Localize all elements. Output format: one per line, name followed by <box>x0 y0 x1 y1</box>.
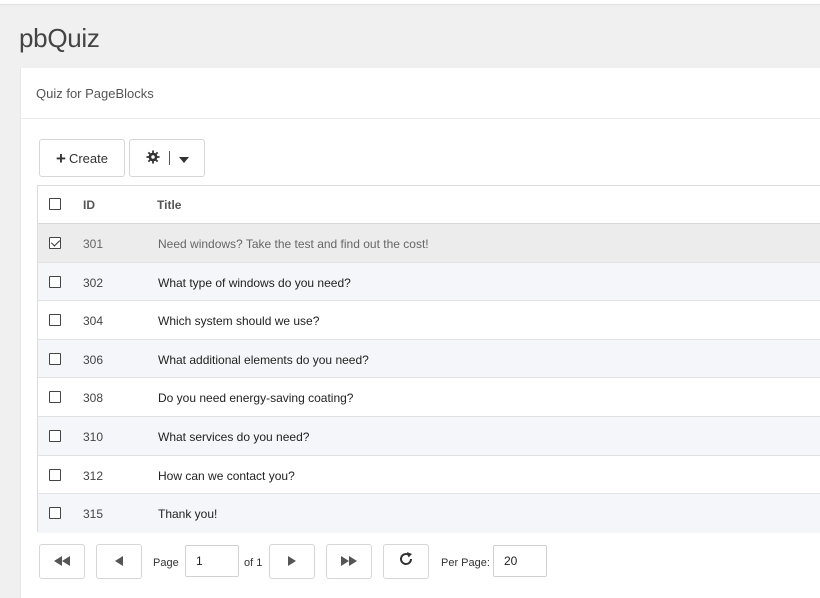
refresh-icon <box>398 551 414 572</box>
last-page-icon <box>341 553 357 571</box>
app-header: pbQuiz <box>0 4 820 68</box>
table-row[interactable]: 312 How can we contact you? <box>38 456 820 495</box>
row-title: What additional elements do you need? <box>158 352 369 367</box>
table-row[interactable]: 306 What additional elements do you need… <box>38 339 820 379</box>
gear-icon <box>145 149 160 167</box>
row-id: 315 <box>83 507 104 522</box>
page-label: Page <box>153 557 179 569</box>
row-title: What services do you need? <box>158 430 310 444</box>
button-separator <box>168 151 170 165</box>
row-id: 306 <box>83 352 104 367</box>
table-row[interactable]: 310 What services do you need? <box>38 417 820 456</box>
row-title: Do you need energy-saving coating? <box>158 391 354 406</box>
refresh-button[interactable] <box>383 544 429 579</box>
table-row[interactable]: 315 Thank you! <box>38 494 820 533</box>
app-title: pbQuiz <box>19 23 100 53</box>
row-checkbox[interactable] <box>49 237 61 249</box>
table-row[interactable]: 304 Which system should we use? <box>38 301 820 340</box>
row-id: 310 <box>83 430 104 444</box>
table-header: ID Title <box>38 186 820 224</box>
row-title: Which system should we use? <box>158 314 320 329</box>
table-row[interactable]: 308 Do you need energy-saving coating? <box>38 378 820 417</box>
row-title: How can we contact you? <box>158 468 295 483</box>
caret-down-icon <box>178 151 189 166</box>
row-id: 301 <box>83 237 104 251</box>
plus-icon: + <box>56 148 66 168</box>
page-number-input[interactable]: 1 <box>185 545 239 577</box>
main-panel: Quiz for PageBlocks + Create ID Title 30… <box>20 68 820 598</box>
row-id: 302 <box>83 275 104 290</box>
column-header-title[interactable]: Title <box>157 198 181 212</box>
row-id: 304 <box>83 314 104 329</box>
next-page-button[interactable] <box>269 544 315 579</box>
row-checkbox[interactable] <box>49 275 61 288</box>
row-checkbox[interactable] <box>49 391 61 404</box>
select-all-checkbox[interactable] <box>49 198 61 210</box>
row-checkbox[interactable] <box>49 468 61 481</box>
page-count-label: of 1 <box>244 557 263 569</box>
next-page-icon <box>288 553 296 571</box>
first-page-button[interactable] <box>39 544 85 579</box>
create-button[interactable]: + Create <box>39 139 125 177</box>
table-row[interactable]: 302 What type of windows do you need? <box>38 262 820 302</box>
first-page-icon <box>54 553 70 571</box>
row-checkbox[interactable] <box>49 507 61 520</box>
row-title: What type of windows do you need? <box>158 275 351 290</box>
per-page-label: Per Page: <box>441 557 490 569</box>
settings-dropdown-button[interactable] <box>129 139 205 177</box>
table-row[interactable]: 301 Need windows? Take the test and find… <box>38 224 820 263</box>
create-button-label: Create <box>68 150 108 166</box>
row-id: 312 <box>83 468 104 483</box>
quiz-table: ID Title 301 Need windows? Take the test… <box>37 185 820 533</box>
panel-divider <box>21 118 820 119</box>
panel-title: Quiz for PageBlocks <box>36 86 154 101</box>
row-title: Thank you! <box>158 507 218 522</box>
row-checkbox[interactable] <box>49 352 61 365</box>
per-page-input[interactable]: 20 <box>493 545 547 577</box>
row-checkbox[interactable] <box>49 430 61 442</box>
sidebar-strip <box>0 68 20 598</box>
prev-page-icon <box>115 553 123 571</box>
prev-page-button[interactable] <box>96 544 142 579</box>
row-id: 308 <box>83 391 104 406</box>
row-checkbox[interactable] <box>49 314 61 327</box>
last-page-button[interactable] <box>326 544 372 579</box>
row-title: Need windows? Take the test and find out… <box>158 237 429 251</box>
column-header-id[interactable]: ID <box>83 198 95 212</box>
